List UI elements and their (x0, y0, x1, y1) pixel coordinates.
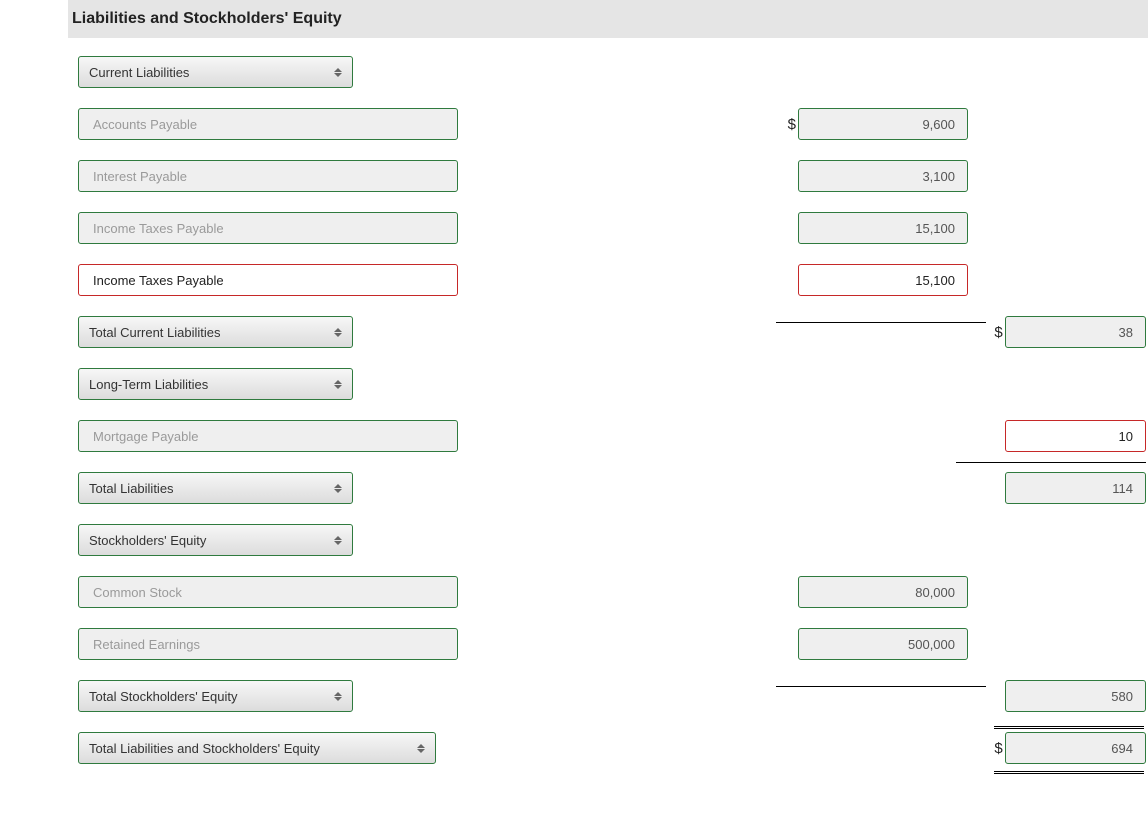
currency-symbol: $ (986, 740, 1003, 757)
dropdown-label: Current Liabilities (89, 65, 189, 80)
total-stockholders-equity-select[interactable]: Total Stockholders' Equity (78, 680, 353, 712)
long-term-liabilities-select[interactable]: Long-Term Liabilities (78, 368, 353, 400)
dropdown-label: Total Liabilities (89, 481, 174, 496)
dropdown-label: Stockholders' Equity (89, 533, 206, 548)
total-liab-and-equity-select[interactable]: Total Liabilities and Stockholders' Equi… (78, 732, 436, 764)
income-taxes-payable-field[interactable]: Income Taxes Payable (78, 212, 458, 244)
chevron-updown-icon (334, 325, 344, 339)
interest-payable-field[interactable]: Interest Payable (78, 160, 458, 192)
total-stockholders-equity-value[interactable]: 580 (1005, 680, 1146, 712)
total-current-liabilities-value[interactable]: 38 (1005, 316, 1146, 348)
dropdown-label: Total Liabilities and Stockholders' Equi… (89, 741, 320, 756)
chevron-updown-icon (334, 689, 344, 703)
income-taxes-payable-field-active[interactable]: Income Taxes Payable (78, 264, 458, 296)
total-liab-and-equity-value[interactable]: 694 (1005, 732, 1146, 764)
currency-symbol: $ (986, 324, 1003, 341)
chevron-updown-icon (334, 481, 344, 495)
accounts-payable-value[interactable]: 9,600 (798, 108, 968, 140)
common-stock-field[interactable]: Common Stock (78, 576, 458, 608)
income-taxes-payable-value[interactable]: 15,100 (798, 212, 968, 244)
chevron-updown-icon (334, 533, 344, 547)
total-liabilities-select[interactable]: Total Liabilities (78, 472, 353, 504)
retained-earnings-field[interactable]: Retained Earnings (78, 628, 458, 660)
dropdown-label: Total Current Liabilities (89, 325, 221, 340)
common-stock-value[interactable]: 80,000 (798, 576, 968, 608)
accounts-payable-field[interactable]: Accounts Payable (78, 108, 458, 140)
double-rule-bottom (994, 771, 1144, 774)
double-rule-top (994, 726, 1144, 729)
section-title: Liabilities and Stockholders' Equity (68, 0, 1148, 38)
stockholders-equity-select[interactable]: Stockholders' Equity (78, 524, 353, 556)
chevron-updown-icon (334, 65, 344, 79)
chevron-updown-icon (334, 377, 344, 391)
retained-earnings-value[interactable]: 500,000 (798, 628, 968, 660)
dropdown-label: Total Stockholders' Equity (89, 689, 237, 704)
current-liabilities-select[interactable]: Current Liabilities (78, 56, 353, 88)
income-taxes-payable-value-active[interactable]: 15,100 (798, 264, 968, 296)
dropdown-label: Long-Term Liabilities (89, 377, 208, 392)
mortgage-payable-field[interactable]: Mortgage Payable (78, 420, 458, 452)
mortgage-payable-value[interactable]: 10 (1005, 420, 1146, 452)
chevron-updown-icon (417, 741, 427, 755)
balance-sheet-section: Liabilities and Stockholders' Equity Cur… (0, 0, 1148, 824)
interest-payable-value[interactable]: 3,100 (798, 160, 968, 192)
total-current-liabilities-select[interactable]: Total Current Liabilities (78, 316, 353, 348)
total-liabilities-value[interactable]: 114 (1005, 472, 1146, 504)
currency-symbol: $ (778, 116, 796, 133)
